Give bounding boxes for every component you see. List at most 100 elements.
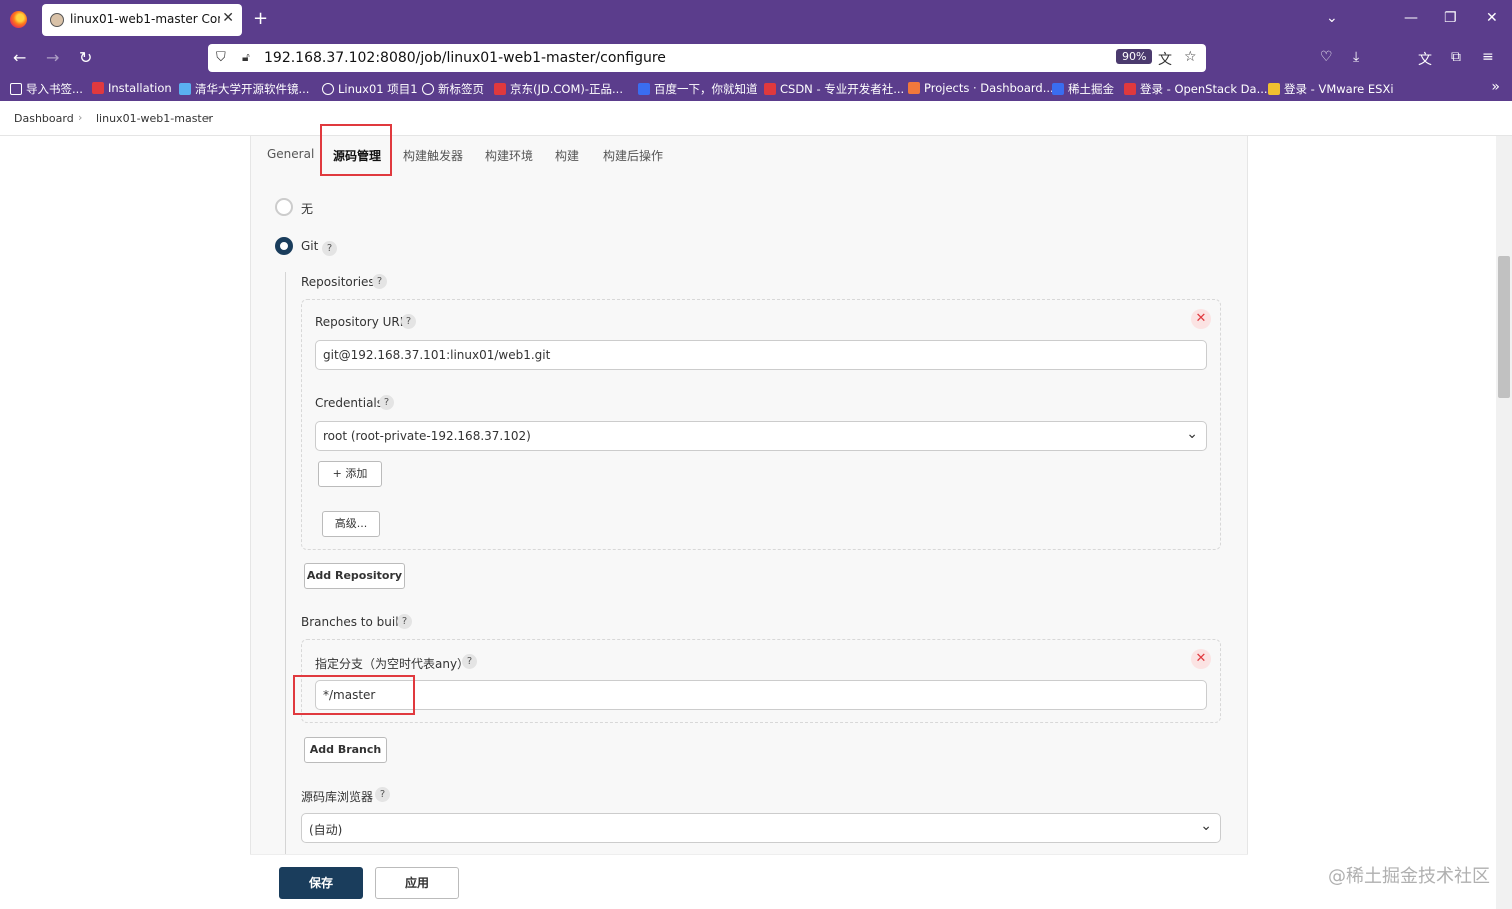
credentials-select[interactable]: root (root-private-192.168.37.102) ⌄	[315, 421, 1207, 451]
tab-close-icon[interactable]: ✕	[222, 10, 234, 26]
globe-icon	[322, 83, 334, 95]
repository-browser-select[interactable]: (自动) ⌄	[301, 813, 1221, 843]
tracking-shield-icon[interactable]: ⛉	[216, 50, 226, 65]
minimize-icon[interactable]: —	[1404, 10, 1418, 26]
help-credentials-icon[interactable]: ?	[379, 395, 394, 410]
bookmarks-overflow-icon[interactable]: »	[1491, 79, 1500, 95]
openstack-icon	[1124, 83, 1136, 95]
z-icon	[92, 82, 104, 94]
scm-none-label: 无	[301, 202, 314, 216]
repository-url-input[interactable]: git@192.168.37.101:linux01/web1.git	[315, 340, 1207, 370]
jenkins-favicon-icon	[50, 13, 64, 27]
add-credentials-button[interactable]: + 添加	[318, 461, 382, 487]
help-git-icon[interactable]: ?	[322, 241, 337, 256]
plus-icon: +	[332, 467, 346, 480]
tuna-icon	[179, 83, 191, 95]
scm-none-radio[interactable]	[275, 198, 293, 216]
apply-button[interactable]: 应用	[375, 867, 459, 899]
translate-icon[interactable]: 文	[1158, 49, 1172, 69]
tab-general[interactable]: General	[267, 147, 314, 161]
back-arrow-icon[interactable]: ←	[13, 48, 26, 67]
bookmark-item[interactable]: 新标签页	[422, 81, 484, 97]
new-tab-icon[interactable]: +	[253, 8, 268, 29]
address-bar[interactable]: ⛉ 🔓︎ 192.168.37.102:8080/job/linux01-web…	[208, 44, 1206, 72]
breadcrumb-chevron-icon: ›	[206, 111, 211, 124]
chevron-down-icon: ⌄	[1186, 426, 1198, 442]
bookmark-item[interactable]: 百度一下，你就知道	[638, 81, 758, 97]
tab-title: linux01-web1-master Config	[70, 12, 220, 26]
branch-specifier-input[interactable]: */master	[315, 680, 1207, 710]
chevron-down-icon: ⌄	[1200, 818, 1212, 834]
tab-build-environment[interactable]: 构建环境	[485, 147, 533, 164]
scm-git-label: Git	[301, 239, 319, 253]
repository-browser-selected-value: (自动)	[309, 823, 343, 837]
help-repositories-icon[interactable]: ?	[372, 274, 387, 289]
pocket-icon[interactable]: ♡	[1320, 49, 1333, 65]
import-icon	[10, 83, 22, 95]
bookmark-item[interactable]: 京东(JD.COM)-正品...	[494, 81, 623, 97]
scrollbar-thumb[interactable]	[1498, 256, 1510, 398]
breadcrumb: Dashboard › linux01-web1-master ›	[0, 101, 1512, 136]
help-repository-url-icon[interactable]: ?	[401, 314, 416, 329]
delete-branch-icon[interactable]: ✕	[1191, 649, 1211, 669]
bookmark-star-icon[interactable]: ☆	[1184, 49, 1197, 65]
gitlab-icon	[908, 82, 920, 94]
bookmark-item[interactable]: Linux01 项目1	[322, 81, 418, 97]
help-branches-icon[interactable]: ?	[397, 614, 412, 629]
bookmark-item[interactable]: 稀土掘金	[1052, 81, 1114, 97]
credentials-selected-value: root (root-private-192.168.37.102)	[323, 429, 531, 443]
reload-icon[interactable]: ↻	[79, 48, 92, 67]
breadcrumb-chevron-icon: ›	[78, 111, 83, 124]
breadcrumb-job[interactable]: linux01-web1-master	[96, 112, 213, 125]
juejin-icon	[1052, 83, 1064, 95]
bookmark-item[interactable]: CSDN - 专业开发者社...	[764, 81, 904, 97]
zoom-level-badge[interactable]: 90%	[1116, 49, 1153, 64]
branch-specifier-label: 指定分支（为空时代表any）	[315, 657, 470, 671]
bookmark-item[interactable]: Projects · Dashboard...	[908, 81, 1054, 95]
bookmarks-toolbar: 导入书签... Installation 清华大学开源软件镜... Linux0…	[0, 76, 1512, 101]
translate-extension-icon[interactable]: 文	[1418, 49, 1432, 69]
delete-repository-icon[interactable]: ✕	[1191, 309, 1211, 329]
add-repository-button[interactable]: Add Repository	[304, 563, 405, 589]
browser-tab-strip: linux01-web1-master Config ✕ + ⌄ — ❐ ✕	[0, 0, 1512, 40]
extensions-icon[interactable]: ⧉	[1451, 49, 1461, 65]
window-close-icon[interactable]: ✕	[1486, 10, 1498, 26]
forward-arrow-icon[interactable]: →	[46, 48, 59, 67]
repository-browser-label: 源码库浏览器	[301, 790, 374, 804]
bookmark-item[interactable]: 登录 - VMware ESXi	[1268, 81, 1394, 97]
downloads-icon[interactable]: ⤓	[1353, 49, 1359, 65]
insecure-lock-icon[interactable]: 🔓︎	[242, 50, 250, 65]
restore-icon[interactable]: ❐	[1444, 10, 1457, 26]
firefox-logo-icon	[10, 11, 27, 28]
highlight-box-branch	[293, 675, 415, 715]
menu-hamburger-icon[interactable]: ≡	[1482, 49, 1494, 65]
page-left-margin	[0, 136, 250, 909]
repositories-label: Repositories	[301, 275, 375, 289]
tab-build[interactable]: 构建	[555, 147, 579, 164]
vmware-icon	[1268, 83, 1280, 95]
repository-url-label: Repository URL	[315, 315, 407, 329]
highlight-box-scm-tab	[320, 124, 392, 176]
add-branch-button[interactable]: Add Branch	[304, 737, 387, 763]
save-button[interactable]: 保存	[279, 867, 363, 899]
jd-icon	[494, 83, 506, 95]
scm-git-radio[interactable]	[275, 237, 293, 255]
bookmark-item[interactable]: 导入书签...	[10, 81, 83, 97]
bookmark-item[interactable]: 清华大学开源软件镜...	[179, 81, 309, 97]
tab-list-chevron-icon[interactable]: ⌄	[1326, 10, 1338, 26]
navigation-bar: ← → ↻ ⛉ 🔓︎ 192.168.37.102:8080/job/linux…	[0, 40, 1512, 76]
branches-to-build-label: Branches to build	[301, 615, 407, 629]
advanced-button[interactable]: 高级...	[322, 511, 380, 537]
help-repository-browser-icon[interactable]: ?	[375, 787, 390, 802]
tab-post-build-actions[interactable]: 构建后操作	[603, 147, 663, 164]
watermark-text: @稀土掘金技术社区	[1328, 866, 1490, 887]
help-branch-specifier-icon[interactable]: ?	[462, 654, 477, 669]
url-text[interactable]: 192.168.37.102:8080/job/linux01-web1-mas…	[264, 50, 666, 66]
breadcrumb-dashboard[interactable]: Dashboard	[14, 112, 74, 125]
bookmark-item[interactable]: 登录 - OpenStack Da...	[1124, 81, 1268, 97]
page-scrollbar[interactable]	[1496, 136, 1512, 909]
tab-build-triggers[interactable]: 构建触发器	[403, 147, 463, 164]
bookmark-item[interactable]: Installation	[92, 81, 172, 95]
git-section-indent-line	[285, 272, 286, 909]
browser-tab-active[interactable]: linux01-web1-master Config ✕	[42, 4, 242, 36]
